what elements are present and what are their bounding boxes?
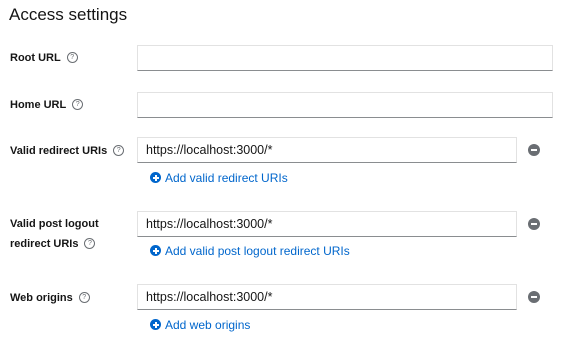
root-url-label: Root URL? xyxy=(10,48,78,68)
help-circle-icon[interactable]: ? xyxy=(84,237,96,249)
add-valid-post-logout-redirect-uris-label: Add valid post logout redirect URIs xyxy=(165,244,350,258)
home-url-label: Home URL? xyxy=(10,95,84,115)
plus-circle-icon xyxy=(150,245,161,257)
web-origins-label: Web origins? xyxy=(10,288,90,308)
root-url-label-text: Root URL xyxy=(10,52,61,64)
root-url-input[interactable] xyxy=(137,45,553,71)
plus-circle-icon xyxy=(150,172,161,184)
web-origin-input[interactable]: https://localhost:3000/* xyxy=(137,284,517,310)
valid-redirect-uris-label-text: Valid redirect URIs xyxy=(10,145,108,157)
valid-post-logout-redirect-uri-input[interactable]: https://localhost:3000/* xyxy=(137,211,517,237)
web-origins-label-text: Web origins xyxy=(10,292,73,304)
valid-redirect-uris-label: Valid redirect URIs? xyxy=(10,141,125,161)
add-web-origins-label: Add web origins xyxy=(165,318,251,332)
valid-post-logout-label-line2-row: redirect URIs? xyxy=(10,234,99,254)
remove-redirect-uri-button[interactable] xyxy=(528,144,540,156)
help-circle-icon[interactable]: ? xyxy=(72,98,84,110)
home-url-input[interactable] xyxy=(137,92,553,118)
add-web-origins-button[interactable]: Add web origins xyxy=(150,317,250,333)
valid-post-logout-label-line1: Valid post logout xyxy=(10,218,99,230)
remove-post-logout-uri-button[interactable] xyxy=(528,218,540,230)
valid-post-logout-label: Valid post logout redirect URIs? xyxy=(10,214,99,254)
add-valid-post-logout-redirect-uris-button[interactable]: Add valid post logout redirect URIs xyxy=(150,243,350,259)
add-valid-redirect-uris-label: Add valid redirect URIs xyxy=(165,171,288,185)
add-valid-redirect-uris-button[interactable]: Add valid redirect URIs xyxy=(150,170,288,186)
help-circle-icon[interactable]: ? xyxy=(66,51,78,63)
valid-redirect-uri-input[interactable]: https://localhost:3000/* xyxy=(137,137,517,163)
help-circle-icon[interactable]: ? xyxy=(78,291,90,303)
section-title: Access settings xyxy=(9,5,128,24)
valid-post-logout-label-line2: redirect URIs xyxy=(10,238,79,250)
help-circle-icon[interactable]: ? xyxy=(113,144,125,156)
remove-web-origin-button[interactable] xyxy=(528,291,540,303)
home-url-label-text: Home URL xyxy=(10,99,67,111)
plus-circle-icon xyxy=(150,319,161,331)
